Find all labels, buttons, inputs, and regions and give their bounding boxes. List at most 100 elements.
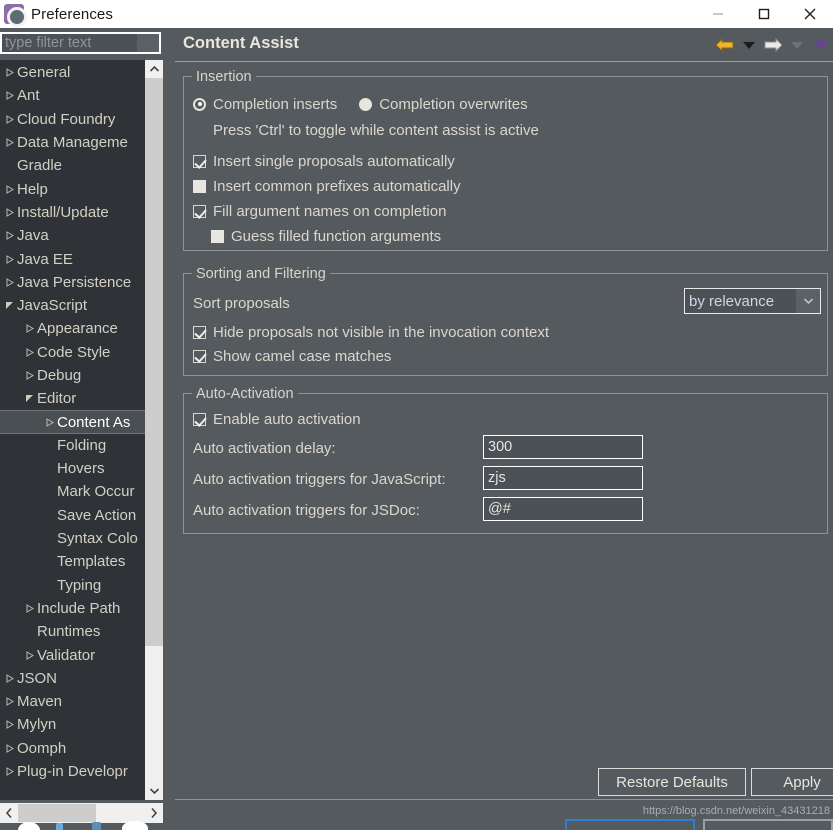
forward-arrow-icon[interactable]: [763, 36, 783, 54]
sidebar-item-json[interactable]: JSON: [0, 667, 145, 690]
auto-activation-delay-input[interactable]: 300: [483, 435, 643, 459]
sidebar-item-java-persistence[interactable]: Java Persistence: [0, 271, 145, 294]
sidebar-item-debug[interactable]: Debug: [0, 364, 145, 387]
sidebar-item-ant[interactable]: Ant: [0, 84, 145, 107]
sidebar-item-typing[interactable]: Typing: [0, 574, 145, 597]
sidebar-item-save-action[interactable]: Save Action: [0, 504, 145, 527]
sidebar-item-hovers[interactable]: Hovers: [0, 457, 145, 480]
filter-input[interactable]: type filter text: [0, 32, 161, 54]
restore-defaults-button[interactable]: Restore Defaults: [598, 768, 746, 796]
sidebar-item-include-path[interactable]: Include Path: [0, 597, 145, 620]
sidebar-item-label: General: [17, 64, 71, 82]
checkbox-guess-filled-arguments[interactable]: Guess filled function arguments: [193, 224, 828, 249]
twisty-collapsed-icon[interactable]: [1, 208, 17, 217]
checkbox-show-camel-case[interactable]: Show camel case matches: [193, 344, 828, 368]
checkbox-hide-proposals[interactable]: Hide proposals not visible in the invoca…: [193, 320, 828, 344]
forward-history-chevron-down-icon[interactable]: [787, 36, 807, 54]
twisty-collapsed-icon[interactable]: [1, 68, 17, 78]
radio-completion-overwrites-indicator: [359, 97, 373, 111]
radio-completion-overwrites[interactable]: Completion overwrites: [359, 96, 528, 113]
sidebar-item-label: Hovers: [57, 460, 105, 478]
tree-vscroll-thumb[interactable]: [145, 78, 163, 646]
sidebar-item-code-style[interactable]: Code Style: [0, 341, 145, 364]
twisty-collapsed-icon[interactable]: [1, 184, 17, 194]
sidebar-item-templates[interactable]: Templates: [0, 550, 145, 573]
apply-button[interactable]: Apply: [751, 768, 833, 796]
twisty-collapsed-icon[interactable]: [1, 138, 17, 147]
sidebar-item-mark-occur[interactable]: Mark Occur: [0, 480, 145, 503]
tree-vertical-scrollbar[interactable]: [145, 60, 163, 800]
minimize-button[interactable]: [695, 0, 741, 28]
dialog-confirm-button[interactable]: [565, 819, 695, 830]
sidebar-item-label: Runtimes: [37, 623, 101, 641]
sidebar-item-mylyn[interactable]: Mylyn: [0, 713, 145, 736]
twisty-collapsed-icon[interactable]: [1, 697, 17, 707]
sidebar-item-java[interactable]: Java: [0, 224, 145, 247]
twisty-collapsed-icon[interactable]: [1, 720, 17, 730]
dialog-cancel-button[interactable]: [703, 819, 833, 830]
sidebar-item-appearance[interactable]: Appearance: [0, 317, 145, 340]
sidebar-item-oomph[interactable]: Oomph: [0, 737, 145, 760]
sidebar-item-label: Save Action: [57, 506, 137, 524]
sidebar-item-runtimes[interactable]: Runtimes: [0, 620, 145, 643]
sidebar-item-editor[interactable]: Editor: [0, 387, 145, 410]
back-history-chevron-down-icon[interactable]: [739, 36, 759, 54]
twisty-collapsed-icon[interactable]: [1, 673, 17, 683]
sidebar-item-label: Help: [17, 180, 48, 198]
sidebar-item-maven[interactable]: Maven: [0, 690, 145, 713]
sidebar-item-general[interactable]: General: [0, 61, 145, 84]
chevron-down-icon[interactable]: [796, 289, 820, 313]
checkbox-fill-argument-names[interactable]: Fill argument names on completion: [193, 199, 828, 224]
twisty-collapsed-icon[interactable]: [1, 767, 17, 776]
twisty-collapsed-icon[interactable]: [1, 91, 17, 101]
preferences-content-pane: Content Assist Insertion Completion inse…: [175, 28, 833, 830]
sidebar-item-gradle[interactable]: Gradle: [0, 154, 145, 177]
twisty-collapsed-icon[interactable]: [1, 231, 17, 241]
sidebar-item-validator[interactable]: Validator: [0, 643, 145, 666]
sidebar-item-plug-in-developr[interactable]: Plug-in Developr: [0, 760, 145, 783]
sidebar-item-content-as[interactable]: Content As: [0, 410, 145, 434]
sort-proposals-select[interactable]: by relevance: [684, 288, 821, 314]
twisty-collapsed-icon[interactable]: [1, 743, 17, 753]
sidebar-item-syntax-colo[interactable]: Syntax Colo: [0, 527, 145, 550]
sidebar-item-label: Java EE: [17, 250, 73, 268]
auto-activation-js-triggers-input[interactable]: zjs: [483, 466, 643, 490]
radio-completion-inserts[interactable]: Completion inserts: [193, 96, 337, 113]
sidebar-item-folding[interactable]: Folding: [0, 434, 145, 457]
close-button[interactable]: [787, 0, 833, 28]
sidebar-item-cloud-foundry[interactable]: Cloud Foundry: [0, 108, 145, 131]
sidebar-item-label: Mylyn: [17, 716, 57, 734]
twisty-collapsed-icon[interactable]: [1, 114, 17, 124]
window-title: Preferences: [31, 5, 113, 23]
twisty-collapsed-icon[interactable]: [21, 371, 37, 380]
maximize-button[interactable]: [741, 0, 787, 28]
scroll-up-arrow-icon[interactable]: [145, 60, 163, 78]
preferences-tree[interactable]: General Ant Cloud Foundry Data Manageme Grad…: [0, 60, 163, 800]
sidebar-item-install-update[interactable]: Install/Update: [0, 201, 145, 224]
auto-activation-delay-value: 300: [488, 439, 513, 455]
twisty-collapsed-icon[interactable]: [41, 417, 57, 427]
twisty-expanded-icon[interactable]: [21, 394, 37, 403]
twisty-collapsed-icon[interactable]: [21, 324, 37, 334]
auto-activation-jsdoc-triggers-input[interactable]: @#: [483, 497, 643, 521]
checkbox-insert-common-prefixes[interactable]: Insert common prefixes automatically: [193, 174, 828, 199]
twisty-collapsed-icon[interactable]: [21, 347, 37, 357]
back-arrow-icon[interactable]: [715, 36, 735, 54]
twisty-collapsed-icon[interactable]: [1, 254, 17, 264]
sidebar-item-java-ee[interactable]: Java EE: [0, 247, 145, 270]
scroll-left-arrow-icon[interactable]: [0, 803, 18, 823]
checkbox-enable-auto-activation-label: Enable auto activation: [213, 411, 361, 428]
checkbox-insert-single-proposals[interactable]: Insert single proposals automatically: [193, 149, 828, 174]
sidebar-item-data-manageme[interactable]: Data Manageme: [0, 131, 145, 154]
sidebar-item-help[interactable]: Help: [0, 177, 145, 200]
sidebar-item-javascript[interactable]: JavaScript: [0, 294, 145, 317]
scroll-down-arrow-icon[interactable]: [145, 782, 163, 800]
twisty-collapsed-icon[interactable]: [1, 277, 17, 287]
twisty-collapsed-icon[interactable]: [21, 604, 37, 613]
radio-completion-inserts-label: Completion inserts: [213, 95, 338, 113]
view-menu-chevron-down-icon[interactable]: [811, 36, 831, 54]
twisty-collapsed-icon[interactable]: [21, 650, 37, 660]
header-divider: [175, 61, 833, 62]
checkbox-enable-auto-activation[interactable]: Enable auto activation: [193, 406, 828, 433]
twisty-expanded-icon[interactable]: [1, 301, 17, 310]
